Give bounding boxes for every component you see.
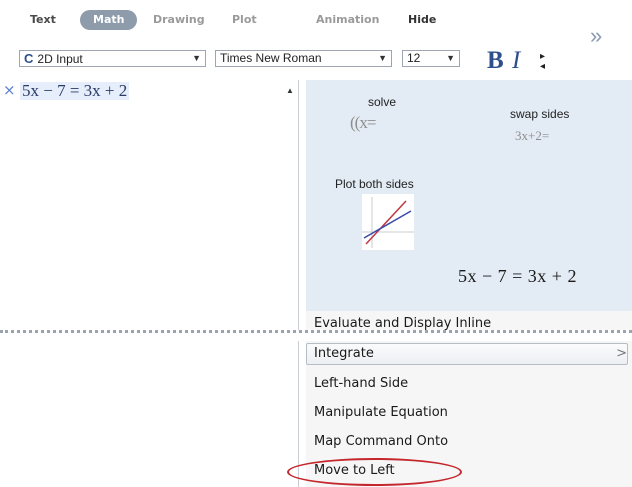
- solve-label[interactable]: solve: [368, 95, 396, 109]
- menu-item-integrate[interactable]: Integrate >: [306, 343, 628, 365]
- plot-both-sides-label[interactable]: Plot both sides: [335, 177, 414, 191]
- equation-display: 5x − 7 = 3x + 2: [458, 266, 577, 286]
- font-select[interactable]: Times New Roman ▼: [215, 50, 392, 67]
- context-panel: solve ((x= swap sides 3x+2= Plot both si…: [306, 80, 632, 311]
- c-mode-icon: C: [24, 51, 34, 66]
- chevron-right-double-icon[interactable]: »: [590, 25, 602, 47]
- math-input[interactable]: 5x − 7 = 3x + 2: [20, 82, 130, 100]
- highlight-ring: [287, 458, 462, 486]
- input-mode-select[interactable]: C 2D Input ▼: [19, 50, 206, 67]
- scroll-up-icon[interactable]: ▲: [286, 86, 294, 95]
- torn-edge-divider: [0, 330, 632, 341]
- menu-item-map-command-onto[interactable]: Map Command Onto: [314, 434, 448, 449]
- dropdown-arrow-icon: ▼: [446, 53, 455, 63]
- tab-hide[interactable]: Hide: [408, 13, 436, 26]
- swap-sides-label[interactable]: swap sides: [510, 107, 569, 121]
- menu-item-manipulate-equation[interactable]: Manipulate Equation: [314, 405, 448, 420]
- tab-animation[interactable]: Animation: [316, 13, 379, 26]
- worksheet[interactable]: ⨯ 5x − 7 = 3x + 2 ▲: [0, 80, 299, 487]
- bold-button[interactable]: B: [487, 47, 504, 75]
- format-bar: C 2D Input ▼ Times New Roman ▼ 12 ▼: [0, 46, 632, 70]
- tab-plot[interactable]: Plot: [232, 13, 257, 26]
- dropdown-arrow-icon: ▼: [378, 53, 387, 63]
- input-mode-value: 2D Input: [37, 52, 83, 66]
- tab-math[interactable]: Math: [80, 10, 138, 30]
- font-size-select[interactable]: 12 ▼: [402, 50, 460, 67]
- menu-item-label: Integrate: [314, 346, 374, 361]
- text-direction-icon[interactable]: ▸ ◂: [540, 52, 545, 72]
- menu-item-left-hand-side[interactable]: Left-hand Side: [314, 376, 408, 391]
- menu-item-evaluate-inline[interactable]: Evaluate and Display Inline: [314, 316, 491, 331]
- font-value: Times New Roman: [220, 51, 322, 65]
- execution-group-icon[interactable]: ⨯: [3, 83, 16, 98]
- solve-preview[interactable]: ((x=: [350, 113, 376, 133]
- swap-sides-preview[interactable]: 3x+2=: [515, 128, 549, 144]
- plot-thumbnail-icon[interactable]: [362, 194, 414, 250]
- dropdown-arrow-icon: ▼: [192, 53, 201, 63]
- font-size-value: 12: [407, 51, 421, 65]
- palette-tabs: Text Math Drawing Plot Animation Hide »: [0, 0, 632, 47]
- italic-button[interactable]: I: [512, 47, 520, 75]
- tab-drawing[interactable]: Drawing: [153, 13, 205, 26]
- tab-text[interactable]: Text: [30, 13, 56, 26]
- submenu-arrow-icon: >: [616, 346, 627, 361]
